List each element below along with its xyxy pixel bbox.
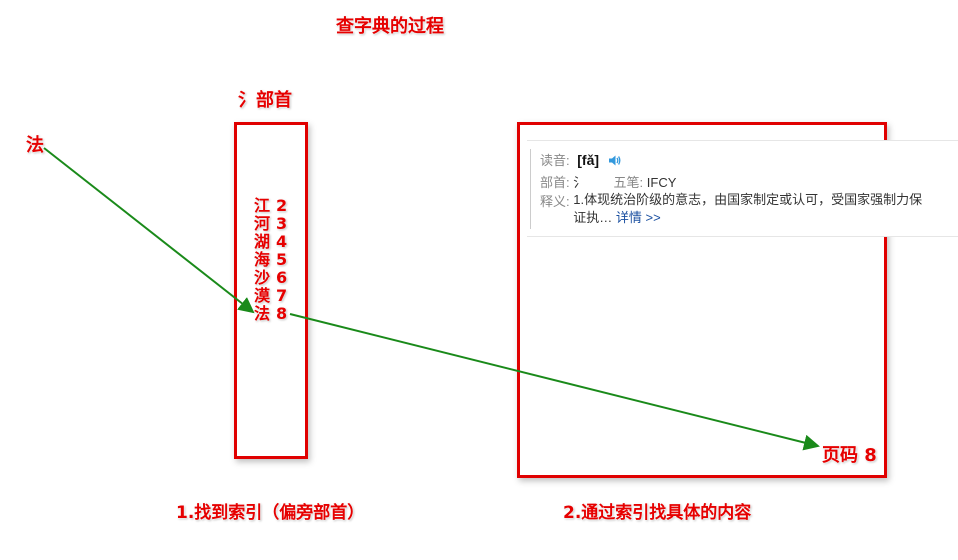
arrows-layer	[43, 147, 820, 451]
arrow-to-index	[43, 147, 255, 314]
arrow-to-page	[289, 313, 820, 451]
